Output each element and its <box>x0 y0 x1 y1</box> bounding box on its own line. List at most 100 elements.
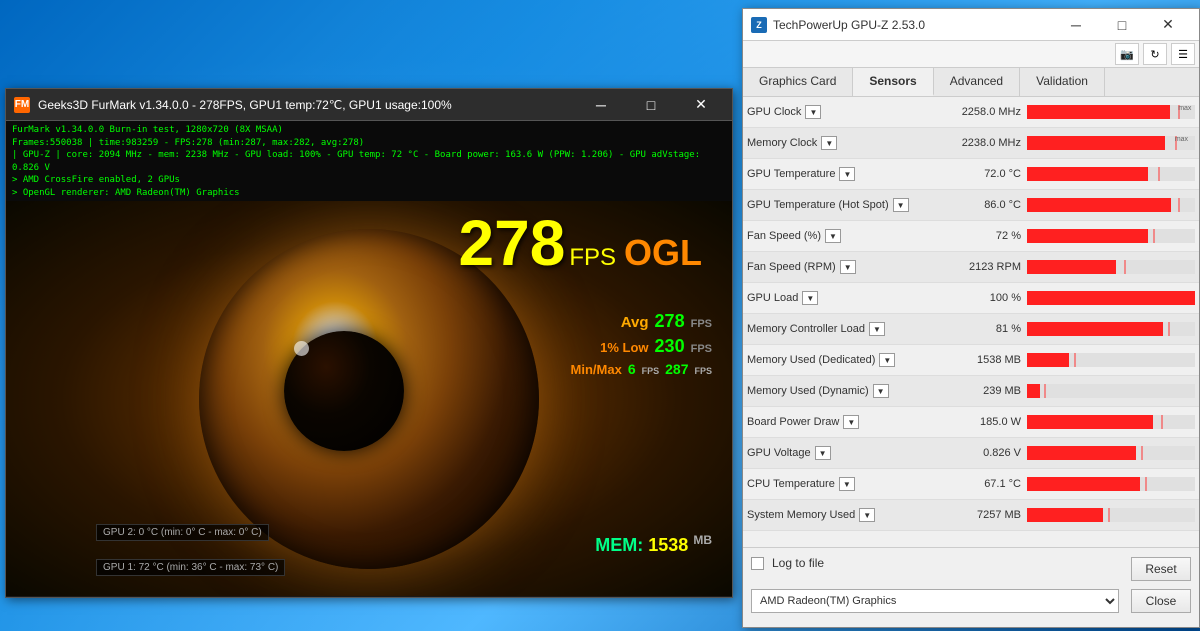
furmark-fps-stats: 278 FPS OGL <box>459 211 702 275</box>
sensor-name-2: GPU Temperature ▼ <box>747 167 947 181</box>
sensor-name-13: System Memory Used ▼ <box>747 508 947 522</box>
gpuz-app-icon: Z <box>751 17 767 33</box>
furmark-fps-details: Avg 278 FPS 1% Low 230 FPS Min/Max 6 FPS… <box>571 311 712 381</box>
sensor-bar-5 <box>1027 260 1116 274</box>
sensor-bar-container-2 <box>1027 167 1195 181</box>
sensor-dropdown-7[interactable]: ▼ <box>869 322 885 336</box>
sensor-name-4: Fan Speed (%) ▼ <box>747 229 947 243</box>
sensor-bar-container-5 <box>1027 260 1195 274</box>
sensor-row: System Memory Used ▼ 7257 MB <box>743 500 1199 531</box>
sensor-dropdown-1[interactable]: ▼ <box>821 136 837 150</box>
furmark-minimize-button[interactable]: ─ <box>578 89 624 121</box>
gpuz-titlebar: Z TechPowerUp GPU-Z 2.53.0 ─ □ ✕ <box>743 9 1199 41</box>
sensor-dropdown-11[interactable]: ▼ <box>815 446 831 460</box>
sensor-bar-container-11 <box>1027 446 1195 460</box>
gpuz-reset-button[interactable]: Reset <box>1131 557 1191 581</box>
sensor-value-6: 100 % <box>947 292 1027 304</box>
gpuz-screenshot-button[interactable]: 📷 <box>1115 43 1139 65</box>
gpuz-device-select[interactable]: AMD Radeon(TM) Graphics <box>751 589 1119 613</box>
sensor-row: Memory Clock ▼ 2238.0 MHz max <box>743 128 1199 159</box>
sensor-name-6: GPU Load ▼ <box>747 291 947 305</box>
sensor-bar-11 <box>1027 446 1136 460</box>
gpuz-close-button[interactable]: ✕ <box>1145 9 1191 41</box>
tab-advanced[interactable]: Advanced <box>934 68 1020 96</box>
sensor-value-10: 185.0 W <box>947 416 1027 428</box>
sensor-bar-container-10 <box>1027 415 1195 429</box>
furmark-maximize-button[interactable]: □ <box>628 89 674 121</box>
sensor-dropdown-5[interactable]: ▼ <box>840 260 856 274</box>
sensor-max-marker-4 <box>1153 229 1155 243</box>
gpuz-bottom-close-button[interactable]: Close <box>1131 589 1191 613</box>
gpuz-refresh-button[interactable]: ↻ <box>1143 43 1167 65</box>
sensor-name-12: CPU Temperature ▼ <box>747 477 947 491</box>
furmark-app-icon: FM <box>14 97 30 113</box>
sensor-max-marker-2 <box>1158 167 1160 181</box>
sensor-bar-13 <box>1027 508 1103 522</box>
sensor-dropdown-0[interactable]: ▼ <box>805 105 821 119</box>
sensor-bar-container-0: max <box>1027 105 1195 119</box>
sensor-bar-2 <box>1027 167 1148 181</box>
sensor-max-marker-3 <box>1178 198 1180 212</box>
sensor-bar-container-1: max <box>1027 136 1195 150</box>
sensor-bar-8 <box>1027 353 1069 367</box>
sensor-row: CPU Temperature ▼ 67.1 °C <box>743 469 1199 500</box>
sensor-dropdown-2[interactable]: ▼ <box>839 167 855 181</box>
furmark-info-line3: | GPU-Z | core: 2094 MHz - mem: 2238 MHz… <box>12 149 726 174</box>
sensor-dropdown-13[interactable]: ▼ <box>859 508 875 522</box>
furmark-low-val: 230 <box>655 336 685 357</box>
sensor-value-2: 72.0 °C <box>947 168 1027 180</box>
sensor-max-marker-8 <box>1074 353 1076 367</box>
sensor-bar-6 <box>1027 291 1195 305</box>
furmark-info-line1: FurMark v1.34.0.0 Burn-in test, 1280x720… <box>12 124 726 137</box>
gpuz-menu-button[interactable]: ☰ <box>1171 43 1195 65</box>
tab-sensors[interactable]: Sensors <box>853 68 933 96</box>
furmark-mem-stat: MEM: 1538 MB <box>595 533 712 556</box>
furmark-info-line2: Frames:550038 | time:983259 - FPS:278 (m… <box>12 137 726 150</box>
furmark-close-button[interactable]: ✕ <box>678 89 724 121</box>
sensor-dropdown-8[interactable]: ▼ <box>879 353 895 367</box>
sensor-max-marker-11 <box>1141 446 1143 460</box>
gpuz-log-row: Log to file <box>751 556 1191 570</box>
sensor-dropdown-12[interactable]: ▼ <box>839 477 855 491</box>
sensor-max-marker-13 <box>1108 508 1110 522</box>
gpuz-log-checkbox[interactable] <box>751 557 764 570</box>
sensor-value-4: 72 % <box>947 230 1027 242</box>
gpuz-maximize-button[interactable]: □ <box>1099 9 1145 41</box>
sensor-dropdown-4[interactable]: ▼ <box>825 229 841 243</box>
sensor-dropdown-10[interactable]: ▼ <box>843 415 859 429</box>
furmark-mem-unit: MB <box>693 533 712 547</box>
sensor-name-3: GPU Temperature (Hot Spot) ▼ <box>747 198 947 212</box>
sensor-max-marker-10 <box>1161 415 1163 429</box>
furmark-window-controls: ─ □ ✕ <box>578 89 724 121</box>
furmark-info-bar: FurMark v1.34.0.0 Burn-in test, 1280x720… <box>6 121 732 201</box>
sensor-row: GPU Load ▼ 100 % <box>743 283 1199 314</box>
furmark-window: FM Geeks3D FurMark v1.34.0.0 - 278FPS, G… <box>5 88 733 598</box>
furmark-temp1-badge: GPU 2: 0 °C (min: 0° C - max: 0° C) <box>96 524 269 541</box>
sensor-value-9: 239 MB <box>947 385 1027 397</box>
sensor-bar-10 <box>1027 415 1153 429</box>
furmark-info-line5: > OpenGL renderer: AMD Radeon(TM) Graphi… <box>12 187 726 200</box>
gpuz-title: TechPowerUp GPU-Z 2.53.0 <box>773 18 1047 32</box>
sensor-row: Memory Used (Dynamic) ▼ 239 MB <box>743 376 1199 407</box>
furmark-info-line4: > AMD CrossFire enabled, 2 GPUs <box>12 174 726 187</box>
sensor-name-0: GPU Clock ▼ <box>747 105 947 119</box>
sensor-value-8: 1538 MB <box>947 354 1027 366</box>
sensor-bar-1 <box>1027 136 1165 150</box>
sensor-row: GPU Voltage ▼ 0.826 V <box>743 438 1199 469</box>
sensor-dropdown-3[interactable]: ▼ <box>893 198 909 212</box>
sensor-bar-container-12 <box>1027 477 1195 491</box>
sensor-row: GPU Clock ▼ 2258.0 MHz max <box>743 97 1199 128</box>
tab-graphics-card[interactable]: Graphics Card <box>743 68 853 96</box>
tab-validation[interactable]: Validation <box>1020 68 1105 96</box>
sensor-bar-container-13 <box>1027 508 1195 522</box>
furmark-min-val: 6 <box>628 361 636 377</box>
gpuz-toolbar: 📷 ↻ ☰ <box>743 41 1199 68</box>
furmark-temp2-badge: GPU 1: 72 °C (min: 36° C - max: 73° C) <box>96 559 285 576</box>
sensor-dropdown-6[interactable]: ▼ <box>802 291 818 305</box>
sensor-name-7: Memory Controller Load ▼ <box>747 322 947 336</box>
sensor-dropdown-9[interactable]: ▼ <box>873 384 889 398</box>
sensor-bar-container-7 <box>1027 322 1195 336</box>
gpuz-minimize-button[interactable]: ─ <box>1053 9 1099 41</box>
sensor-value-0: 2258.0 MHz <box>947 106 1027 118</box>
sensor-row: GPU Temperature ▼ 72.0 °C <box>743 159 1199 190</box>
